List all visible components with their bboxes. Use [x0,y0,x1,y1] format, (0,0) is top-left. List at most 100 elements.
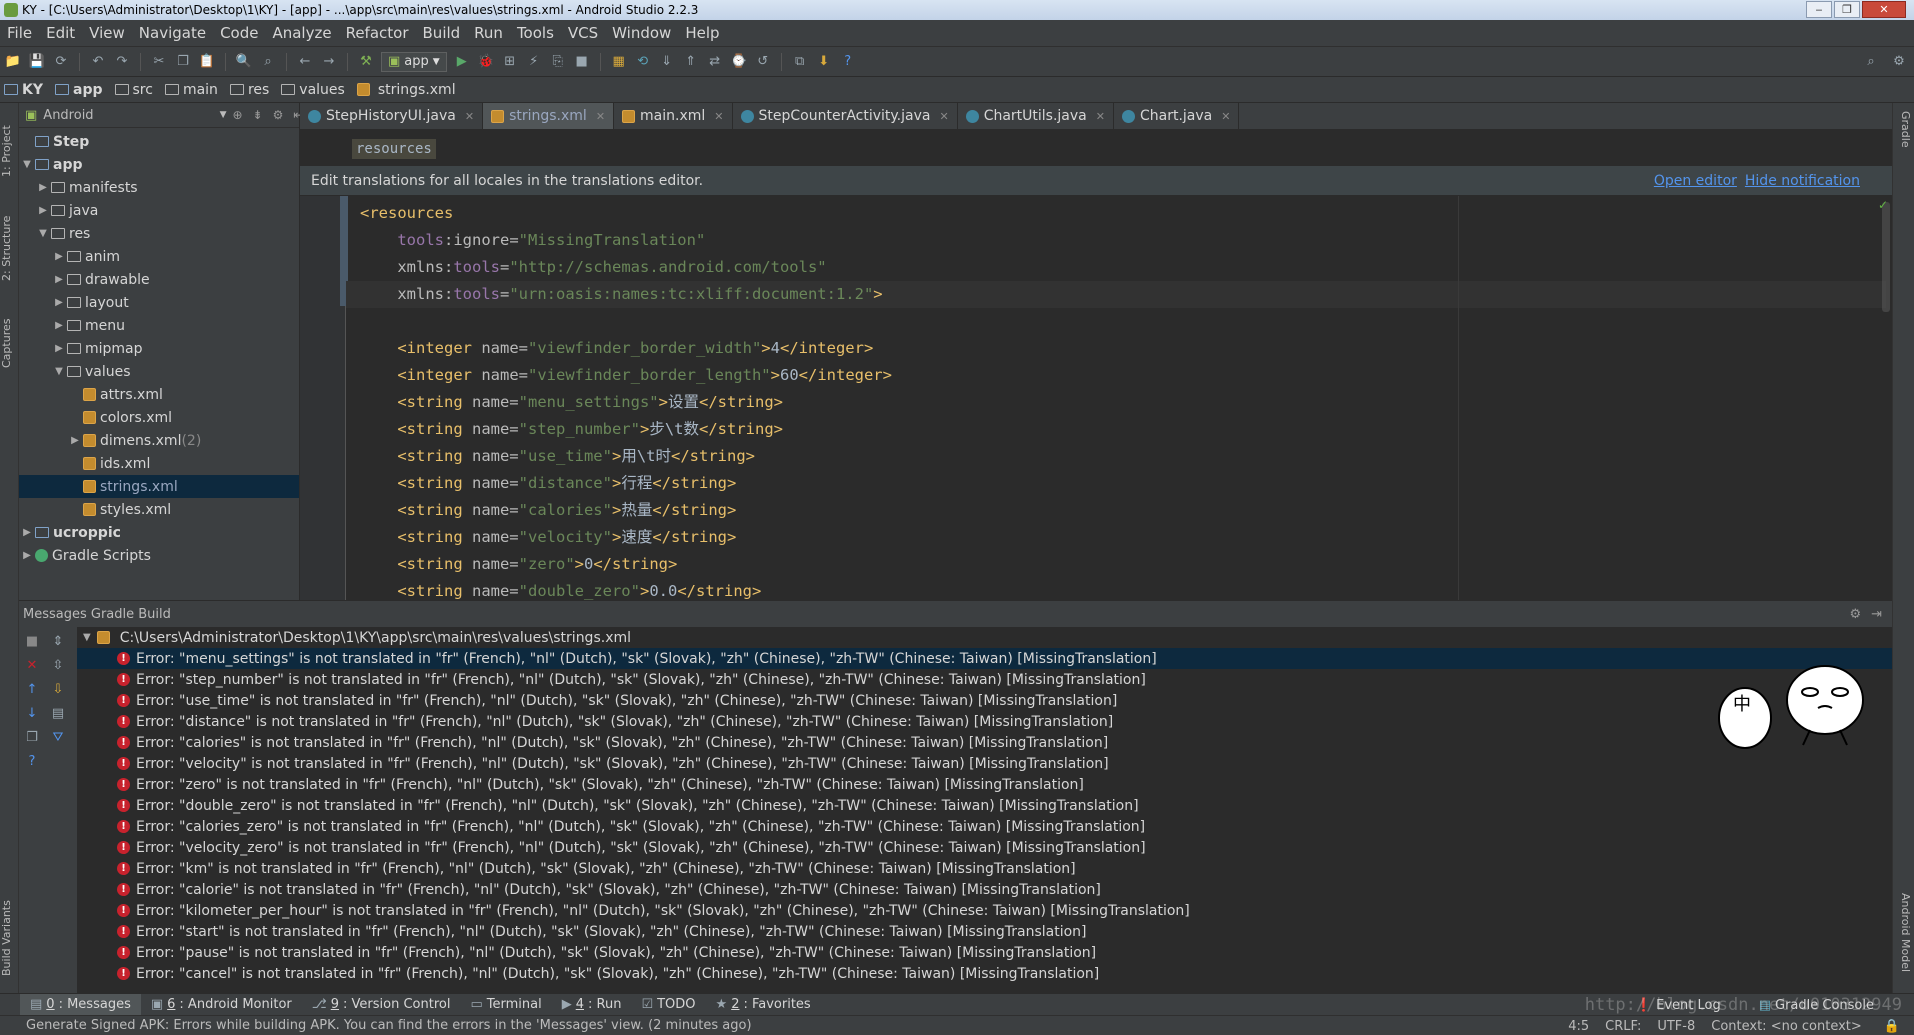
editor-scrollbar[interactable] [1882,202,1890,312]
status-message[interactable]: Generate Signed APK: Errors while buildi… [26,1018,752,1033]
code-editor[interactable]: <resources tools:ignore="MissingTranslat… [300,196,1892,600]
redo-icon[interactable]: ↷ [113,53,131,71]
undo-icon[interactable]: ↶ [89,53,107,71]
show-warnings-icon[interactable]: ▤ [49,705,67,723]
copy-icon[interactable]: ❐ [174,53,192,71]
close-icon[interactable]: ✕ [23,657,41,675]
tab-android-model[interactable]: Android Model [1899,893,1912,972]
menu-vcs[interactable]: VCS [561,24,605,42]
menu-file[interactable]: File [0,24,39,42]
close-icon[interactable]: ✕ [465,110,474,123]
tree-item-strings-xml[interactable]: strings.xml [19,475,299,498]
tree-item-res[interactable]: ▼ res [19,222,299,245]
breadcrumb-item[interactable]: values [281,82,351,98]
stop-icon[interactable]: ■ [23,633,41,651]
chevron-right-icon[interactable]: ▶ [51,297,67,308]
close-icon[interactable]: ✕ [1221,110,1230,123]
settings-icon[interactable]: ⚙ [1890,53,1908,71]
tree-item-layout[interactable]: ▶ layout [19,291,299,314]
tab-stephistoryui-java[interactable]: StepHistoryUI.java ✕ [300,103,484,129]
tab-todo[interactable]: ☑ TODO [631,994,705,1016]
menu-edit[interactable]: Edit [39,24,82,42]
close-icon[interactable]: ✕ [596,110,605,123]
menu-analyze[interactable]: Analyze [265,24,338,42]
chevron-right-icon[interactable]: ▶ [19,550,35,561]
tab-messages[interactable]: ▤ 0: Messages [20,993,141,1016]
tab-stepcounteractivity-java[interactable]: StepCounterActivity.java ✕ [733,103,958,129]
chevron-right-icon[interactable]: ▶ [19,527,35,538]
menu-build[interactable]: Build [416,24,468,42]
context-indicator[interactable]: Context: <no context> [1711,1019,1862,1034]
next-message-icon[interactable]: ↓ [23,705,41,723]
sdk-manager-icon[interactable]: ⬇ [815,53,833,71]
tree-item-app[interactable]: ▼ app [19,153,299,176]
run-icon[interactable]: ▶ [453,53,471,71]
collapse-all-icon[interactable]: ⇳ [49,657,67,675]
messages-file-node[interactable]: ▼ C:\Users\Administrator\Desktop\1\KY\ap… [77,627,1892,648]
run-config-select[interactable]: ▣ app ▼ [381,51,447,72]
gear-icon[interactable]: ⚙ [1849,607,1861,622]
tree-item-menu[interactable]: ▶ menu [19,314,299,337]
paste-icon[interactable]: 📋 [198,53,216,71]
tab-run[interactable]: ▶ 4: Run [552,994,632,1016]
error-row[interactable]: ! Error: "calories_zero" is not translate… [77,816,1892,837]
replace-icon[interactable]: ⌕ [259,53,277,71]
filter-icon[interactable]: ⛛ [49,729,67,747]
vcs-revert-icon[interactable]: ↺ [754,53,772,71]
tab-captures[interactable]: Captures [0,303,19,383]
menu-view[interactable]: View [82,24,132,42]
tree-item-manifests[interactable]: ▶ manifests [19,176,299,199]
tab-chartutils-java[interactable]: ChartUtils.java ✕ [958,103,1114,129]
tab-structure[interactable]: 2: Structure [0,203,19,293]
export-icon[interactable]: ⇩ [49,681,67,699]
close-icon[interactable]: ✕ [1096,110,1105,123]
breadcrumb-item[interactable]: app [55,82,109,98]
error-row[interactable]: ! Error: "step_number" is not translated … [77,669,1892,690]
search-everywhere-icon[interactable]: ⌕ [1862,53,1880,71]
collapse-all-icon[interactable]: ⇟ [253,108,263,122]
tab-gradle[interactable]: Gradle [1899,111,1912,148]
breadcrumb-item[interactable]: res [229,82,275,98]
chevron-right-icon[interactable]: ▶ [51,251,67,262]
tree-item-anim[interactable]: ▶ anim [19,245,299,268]
cursor-position[interactable]: 4:5 [1568,1019,1589,1034]
expand-all-icon[interactable]: ⇕ [49,633,67,651]
close-icon[interactable]: ✕ [714,110,723,123]
tab-version-control[interactable]: ⎇ 9: Version Control [302,994,461,1016]
menu-window[interactable]: Window [605,24,678,42]
chevron-right-icon[interactable]: ▶ [51,274,67,285]
open-folder-icon[interactable]: 📁 [4,53,22,71]
chevron-right-icon[interactable]: ▶ [51,343,67,354]
tree-item-ucroppic[interactable]: ▶ ucroppic [19,521,299,544]
error-row[interactable]: ! Error: "pause" is not translated in "fr… [77,942,1892,963]
tree-item-colors-xml[interactable]: colors.xml [19,406,299,429]
error-row[interactable]: ! Error: "distance" is not translated in … [77,711,1892,732]
close-icon[interactable]: ✕ [939,110,948,123]
cut-icon[interactable]: ✂ [150,53,168,71]
code-content[interactable]: <resources tools:ignore="MissingTranslat… [360,200,892,600]
error-row[interactable]: ! Error: "velocity" is not translated in … [77,753,1892,774]
help-icon[interactable]: ? [23,753,41,771]
maximize-button[interactable]: ❐ [1834,1,1860,18]
tab-main-xml[interactable]: main.xml ✕ [614,103,733,129]
tab-favorites[interactable]: ★ 2: Favorites [706,994,821,1016]
error-row[interactable]: ! Error: "double_zero" is not translated … [77,795,1892,816]
project-view-select[interactable]: Android [43,108,93,123]
tree-item-dimens-xml[interactable]: ▶ dimens.xml (2) [19,429,299,452]
apply-changes-icon[interactable]: ⚡ [525,53,543,71]
tab-android-monitor[interactable]: ▣ 6: Android Monitor [141,994,302,1016]
copy-icon[interactable]: ❐ [23,729,41,747]
error-row[interactable]: ! Error: "cancel" is not translated in "f… [77,963,1892,984]
chevron-down-icon[interactable]: ▼ [83,632,91,643]
breadcrumb-item[interactable]: KY [4,82,49,98]
stop-icon[interactable]: ■ [573,53,591,71]
forward-icon[interactable]: → [320,53,338,71]
sync-icon[interactable]: ⟳ [52,53,70,71]
line-separator[interactable]: CRLF: [1605,1019,1641,1034]
error-row[interactable]: ! Error: "kilometer_per_hour" is not tran… [77,900,1892,921]
breadcrumb-item[interactable]: strings.xml [356,82,462,98]
chevron-down-icon[interactable]: ▼ [51,366,67,377]
tree-item-step[interactable]: Step [19,130,299,153]
menu-tools[interactable]: Tools [510,24,561,42]
tree-item-attrs-xml[interactable]: attrs.xml [19,383,299,406]
